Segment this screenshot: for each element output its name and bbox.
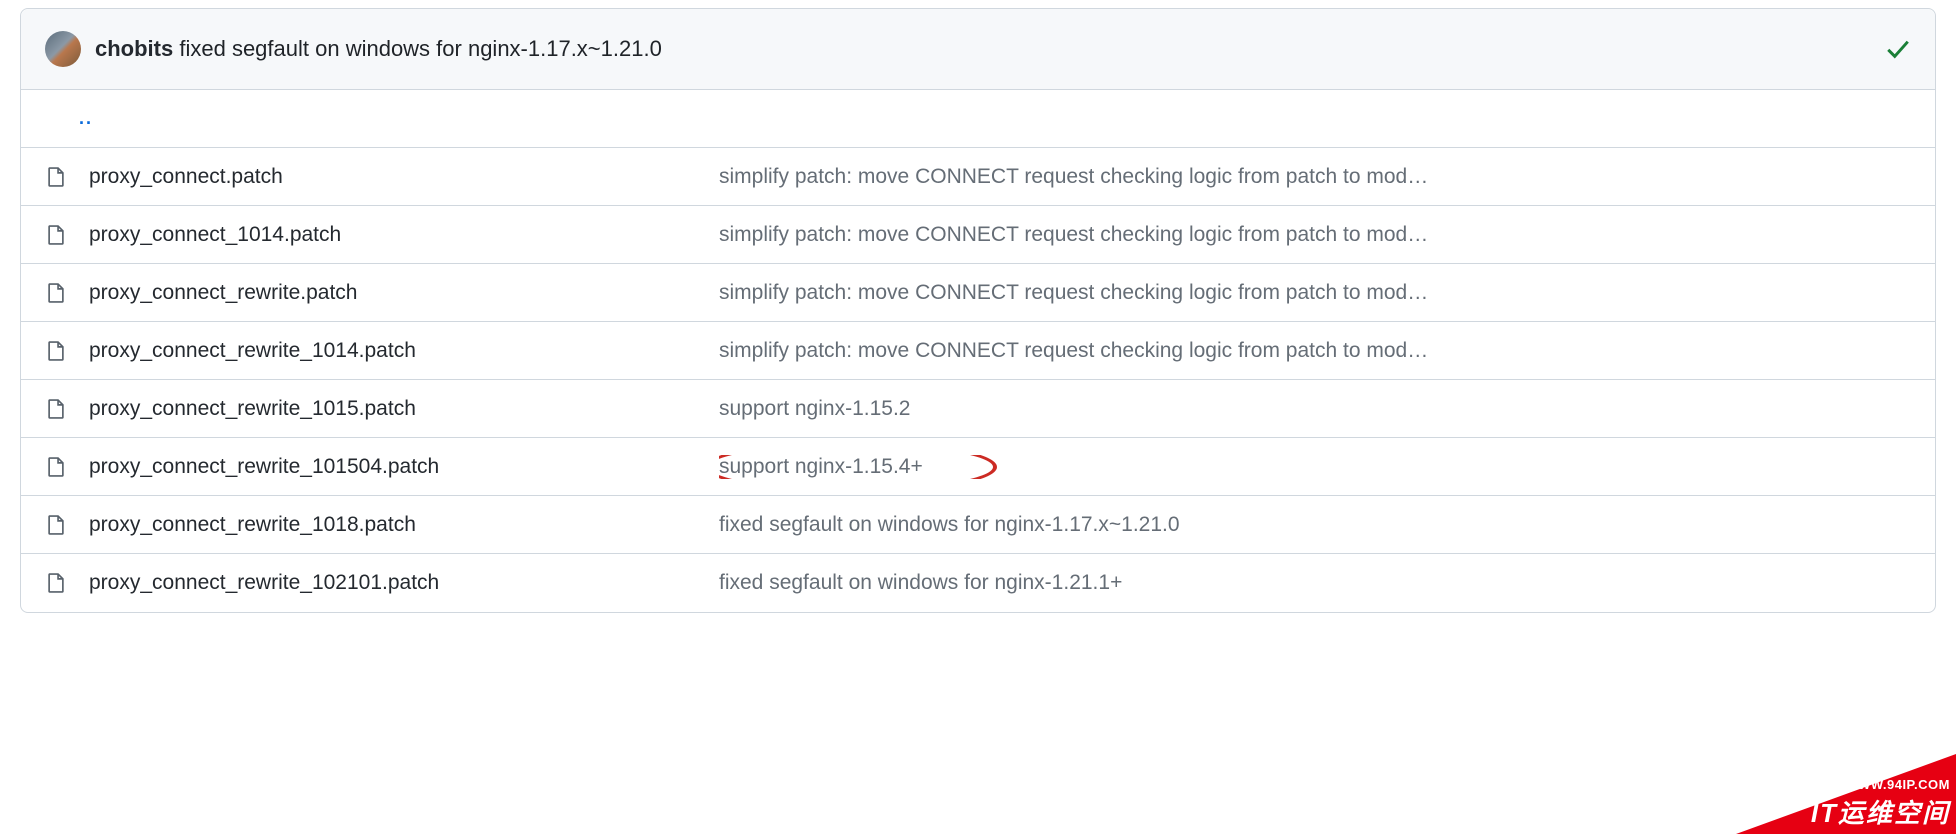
file-commit-message[interactable]: support nginx-1.15.2 xyxy=(719,397,1911,421)
file-row: proxy_connect_rewrite.patch simplify patc… xyxy=(21,264,1935,322)
file-icon xyxy=(45,224,69,246)
file-icon xyxy=(45,456,69,478)
watermark-url: WWW.94IP.COM xyxy=(1845,777,1950,792)
watermark-text: IT运维空间 xyxy=(1811,793,1950,830)
file-name-link[interactable]: proxy_connect_rewrite_1015.patch xyxy=(89,397,699,421)
file-name-link[interactable]: proxy_connect_1014.patch xyxy=(89,223,699,247)
file-icon xyxy=(45,282,69,304)
commit-title[interactable]: chobits fixed segfault on windows for ng… xyxy=(95,36,1871,62)
file-icon xyxy=(45,340,69,362)
file-row: proxy_connect_rewrite_102101.patch fixed … xyxy=(21,554,1935,612)
file-name-link[interactable]: proxy_connect_rewrite_101504.patch xyxy=(89,455,699,479)
highlight-ellipse xyxy=(719,455,997,479)
parent-directory-row[interactable]: .. xyxy=(21,90,1935,148)
file-commit-message[interactable]: support nginx-1.15.4+ xyxy=(719,455,1911,479)
file-row: proxy_connect_rewrite_101504.patch suppor… xyxy=(21,438,1935,496)
file-icon xyxy=(45,572,69,594)
file-commit-message[interactable]: simplify patch: move CONNECT request che… xyxy=(719,223,1911,247)
file-row: proxy_connect_rewrite_1015.patch support … xyxy=(21,380,1935,438)
file-row: proxy_connect_1014.patch simplify patch: … xyxy=(21,206,1935,264)
file-commit-message[interactable]: simplify patch: move CONNECT request che… xyxy=(719,281,1911,305)
commit-header: chobits fixed segfault on windows for ng… xyxy=(21,9,1935,90)
file-commit-message[interactable]: simplify patch: move CONNECT request che… xyxy=(719,165,1911,189)
file-commit-message[interactable]: fixed segfault on windows for nginx-1.21… xyxy=(719,571,1911,595)
file-browser: chobits fixed segfault on windows for ng… xyxy=(20,8,1936,613)
file-name-link[interactable]: proxy_connect_rewrite_1018.patch xyxy=(89,513,699,537)
file-commit-message[interactable]: simplify patch: move CONNECT request che… xyxy=(719,339,1911,363)
file-name-link[interactable]: proxy_connect_rewrite_1014.patch xyxy=(89,339,699,363)
file-icon xyxy=(45,398,69,420)
commit-author[interactable]: chobits xyxy=(95,36,173,61)
file-icon xyxy=(45,166,69,188)
commit-message[interactable]: fixed segfault on windows for nginx-1.17… xyxy=(179,36,661,61)
file-name-link[interactable]: proxy_connect_rewrite_102101.patch xyxy=(89,571,699,595)
avatar[interactable] xyxy=(45,31,81,67)
file-name-link[interactable]: proxy_connect.patch xyxy=(89,165,699,189)
file-icon xyxy=(45,514,69,536)
file-row: proxy_connect.patch simplify patch: move … xyxy=(21,148,1935,206)
file-commit-message[interactable]: fixed segfault on windows for nginx-1.17… xyxy=(719,513,1911,537)
file-row: proxy_connect_rewrite_1014.patch simplify… xyxy=(21,322,1935,380)
check-icon[interactable] xyxy=(1885,36,1911,62)
parent-directory-link[interactable]: .. xyxy=(79,108,93,129)
file-name-link[interactable]: proxy_connect_rewrite.patch xyxy=(89,281,699,305)
file-row: proxy_connect_rewrite_1018.patch fixed se… xyxy=(21,496,1935,554)
